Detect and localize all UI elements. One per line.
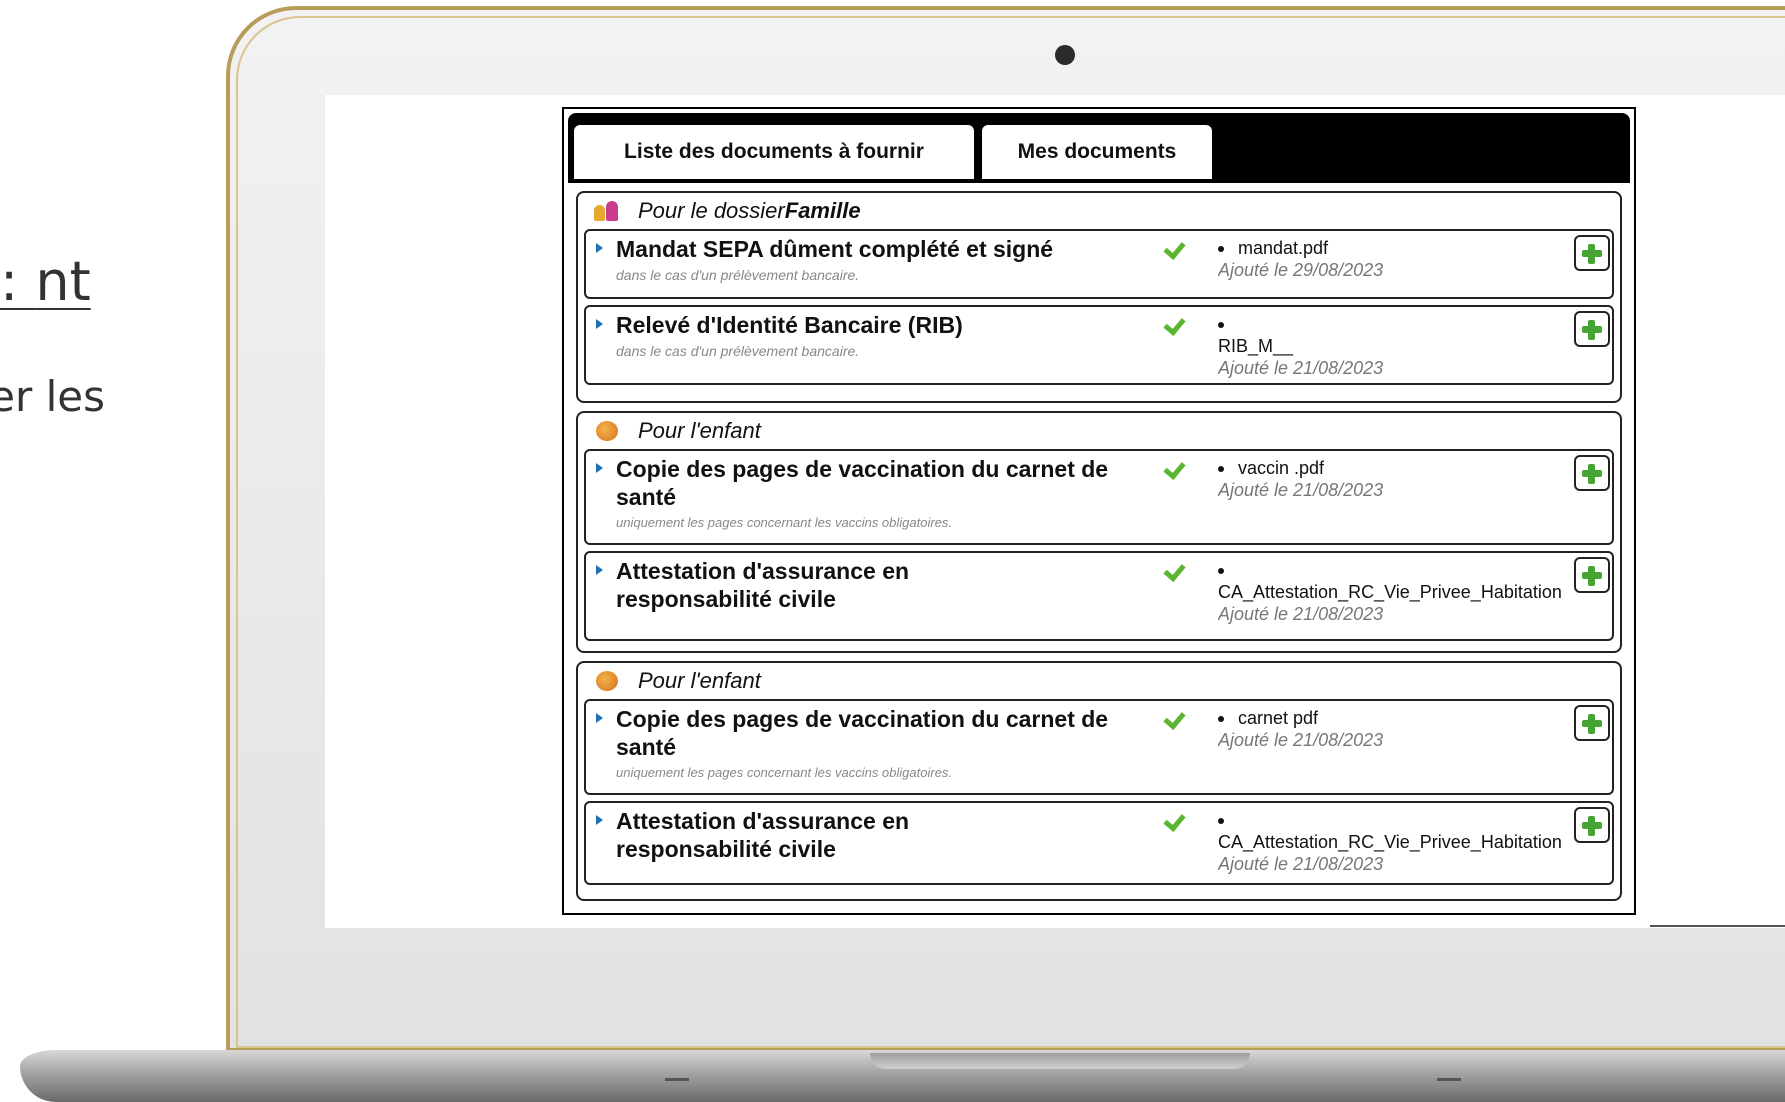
check-icon <box>1164 237 1186 255</box>
check-icon <box>1164 809 1186 827</box>
file-entry: RIB_M__ Ajouté le 21/08/2023 <box>1218 313 1618 379</box>
laptop-foot <box>1437 1078 1461 1081</box>
child-icon <box>594 669 620 693</box>
screen-edge <box>1650 925 1785 927</box>
camera-icon <box>1055 45 1075 65</box>
group-enfant: Pour l'enfant Copie des pages de vaccina… <box>576 661 1622 901</box>
group-famille: Pour le dossier Famille Mandat SEPA dûme… <box>576 191 1622 403</box>
expand-arrow-icon[interactable] <box>596 815 603 825</box>
file-date: Ajouté le 21/08/2023 <box>1218 604 1384 624</box>
bullet-icon <box>1218 818 1224 825</box>
child-icon <box>594 419 620 443</box>
document-note: uniquement les pages concernant les vacc… <box>616 515 953 530</box>
document-note: uniquement les pages concernant les vacc… <box>616 765 953 780</box>
group-heading: Pour le dossier Famille <box>578 193 1620 229</box>
tab-mes-documents[interactable]: Mes documents <box>982 125 1212 179</box>
group-heading: Pour l'enfant <box>578 663 1620 699</box>
document-item: Attestation d'assurance en responsabilit… <box>584 551 1614 641</box>
expand-arrow-icon[interactable] <box>596 713 603 723</box>
expand-arrow-icon[interactable] <box>596 243 603 253</box>
bullet-icon <box>1218 322 1224 329</box>
laptop-screen: Liste des documents à fournir Mes docume… <box>325 95 1785 928</box>
check-icon <box>1164 457 1186 475</box>
slide-subtext: er les <box>0 372 105 421</box>
add-document-button[interactable] <box>1574 705 1610 741</box>
check-icon <box>1164 313 1186 331</box>
document-title: Mandat SEPA dûment complété et signé <box>616 236 1054 262</box>
file-name[interactable]: CA_Attestation_RC_Vie_Privee_Habitation <box>1218 582 1562 602</box>
document-title: Copie des pages de vaccination du carnet… <box>616 706 1109 760</box>
file-entry: mandat.pdf Ajouté le 29/08/2023 <box>1218 237 1618 281</box>
expand-arrow-icon[interactable] <box>596 565 603 575</box>
file-entry: carnet pdf Ajouté le 21/08/2023 <box>1218 707 1618 751</box>
file-name[interactable]: RIB_M__ <box>1218 336 1293 356</box>
slide-heading: nt : <box>0 250 91 313</box>
add-document-button[interactable] <box>1574 807 1610 843</box>
file-date: Ajouté le 21/08/2023 <box>1218 480 1384 500</box>
file-date: Ajouté le 29/08/2023 <box>1218 260 1384 280</box>
document-item: Copie des pages de vaccination du carnet… <box>584 699 1614 795</box>
document-title: Attestation d'assurance en responsabilit… <box>616 558 910 612</box>
document-note: dans le cas d'un prélèvement bancaire. <box>616 343 860 359</box>
expand-arrow-icon[interactable] <box>596 319 603 329</box>
document-note: dans le cas d'un prélèvement bancaire. <box>616 267 860 283</box>
add-document-button[interactable] <box>1574 455 1610 491</box>
add-document-button[interactable] <box>1574 311 1610 347</box>
document-item: Relevé d'Identité Bancaire (RIB) dans le… <box>584 305 1614 385</box>
laptop-foot <box>665 1078 689 1081</box>
document-title: Relevé d'Identité Bancaire (RIB) <box>616 312 963 338</box>
file-date: Ajouté le 21/08/2023 <box>1218 358 1384 378</box>
document-item: Copie des pages de vaccination du carnet… <box>584 449 1614 545</box>
group-heading-bold: Famille <box>784 198 861 223</box>
group-enfant: Pour l'enfant Copie des pages de vaccina… <box>576 411 1622 653</box>
document-title: Copie des pages de vaccination du carnet… <box>616 456 1109 510</box>
laptop-notch <box>870 1053 1250 1069</box>
document-title: Attestation d'assurance en responsabilit… <box>616 808 910 862</box>
check-icon <box>1164 559 1186 577</box>
bullet-icon <box>1218 466 1224 473</box>
family-icon <box>594 199 620 223</box>
group-heading: Pour l'enfant <box>578 413 1620 449</box>
file-entry: CA_Attestation_RC_Vie_Privee_Habitation … <box>1218 559 1618 625</box>
check-icon <box>1164 707 1186 725</box>
file-name[interactable]: carnet pdf <box>1238 708 1318 728</box>
file-name[interactable]: vaccin .pdf <box>1238 458 1324 478</box>
add-document-button[interactable] <box>1574 235 1610 271</box>
file-name[interactable]: CA_Attestation_RC_Vie_Privee_Habitation <box>1218 832 1562 852</box>
file-date: Ajouté le 21/08/2023 <box>1218 854 1384 874</box>
bullet-icon <box>1218 716 1224 723</box>
bullet-icon <box>1218 246 1224 253</box>
document-item: Mandat SEPA dûment complété et signé dan… <box>584 229 1614 299</box>
file-entry: CA_Attestation_RC_Vie_Privee_Habitation … <box>1218 809 1618 875</box>
add-document-button[interactable] <box>1574 557 1610 593</box>
group-heading-prefix: Pour l'enfant <box>638 668 761 693</box>
group-heading-prefix: Pour le dossier <box>638 198 785 223</box>
file-name[interactable]: mandat.pdf <box>1238 238 1328 258</box>
expand-arrow-icon[interactable] <box>596 463 603 473</box>
file-date: Ajouté le 21/08/2023 <box>1218 730 1384 750</box>
tab-bar: Liste des documents à fournir Mes docume… <box>568 113 1630 183</box>
tab-documents-a-fournir[interactable]: Liste des documents à fournir <box>574 125 974 179</box>
bullet-icon <box>1218 568 1224 575</box>
document-item: Attestation d'assurance en responsabilit… <box>584 801 1614 885</box>
documents-panel: Liste des documents à fournir Mes docume… <box>562 107 1636 915</box>
group-heading-prefix: Pour l'enfant <box>638 418 761 443</box>
file-entry: vaccin .pdf Ajouté le 21/08/2023 <box>1218 457 1618 501</box>
